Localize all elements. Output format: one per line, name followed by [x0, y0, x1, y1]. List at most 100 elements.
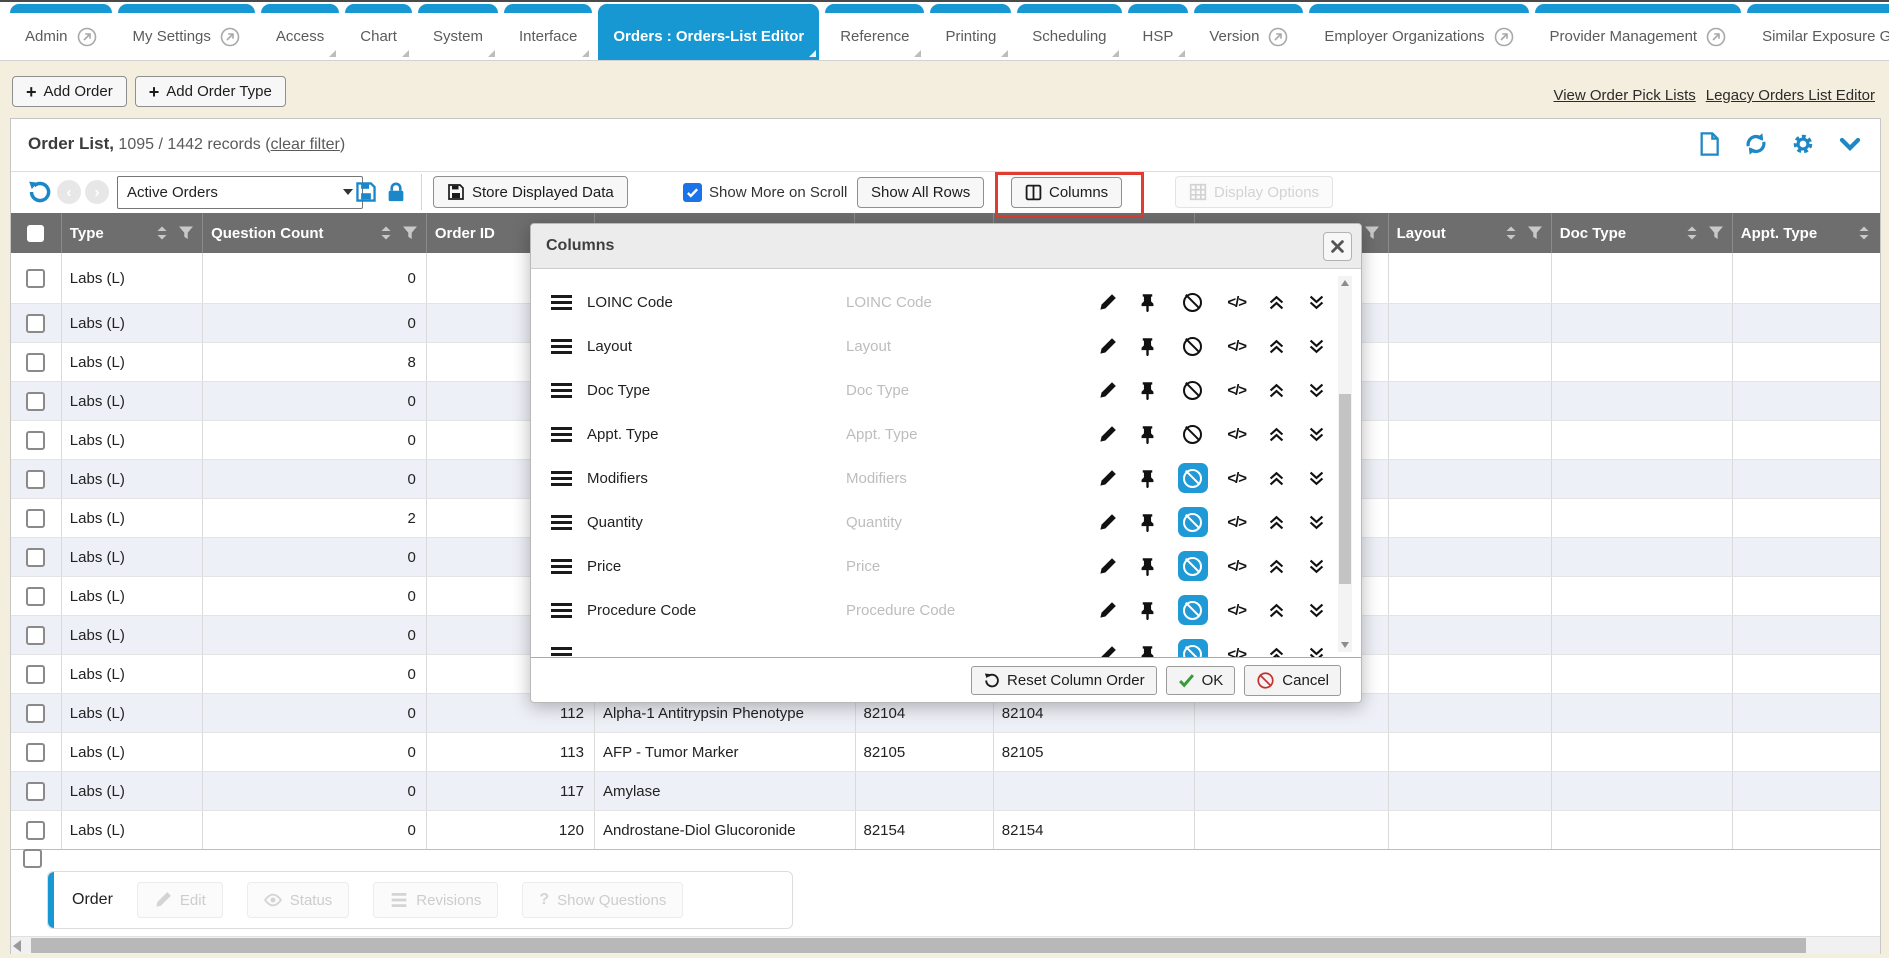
tab-my-settings[interactable]: My Settings [118, 4, 255, 60]
ok-button[interactable]: OK [1166, 666, 1236, 695]
row-checkbox[interactable] [26, 548, 45, 567]
filter-icon[interactable] [1708, 225, 1724, 241]
hide-column-icon[interactable] [1178, 551, 1208, 581]
new-row-checkbox[interactable] [23, 849, 42, 868]
move-top-icon[interactable] [1266, 556, 1287, 577]
tab-chart[interactable]: Chart [345, 4, 412, 60]
revisions-button[interactable]: Revisions [373, 882, 498, 918]
sort-icon[interactable] [1856, 225, 1872, 241]
tab-reference[interactable]: Reference [825, 4, 924, 60]
prev-view-button[interactable]: ‹ [57, 180, 81, 204]
filter-icon[interactable] [402, 225, 418, 241]
code-icon[interactable]: </> [1227, 602, 1246, 619]
saved-view-select[interactable]: Active Orders [117, 176, 363, 209]
edit-pencil-icon[interactable] [1097, 336, 1118, 357]
row-checkbox[interactable] [26, 353, 45, 372]
filter-icon[interactable] [178, 225, 194, 241]
column-config-row[interactable]: Price Price </> [531, 544, 1361, 588]
move-bottom-icon[interactable] [1306, 292, 1327, 313]
row-checkbox[interactable] [26, 587, 45, 606]
move-top-icon[interactable] [1266, 644, 1287, 659]
edit-pencil-icon[interactable] [1097, 380, 1118, 401]
column-config-row[interactable]: LOINC Code LOINC Code </> [531, 280, 1361, 324]
tab-employer-organizations[interactable]: Employer Organizations [1309, 4, 1528, 60]
row-checkbox[interactable] [26, 704, 45, 723]
dialog-scrollbar[interactable] [1338, 276, 1352, 652]
pin-icon[interactable] [1137, 512, 1158, 533]
horizontal-scroll-thumb[interactable] [31, 938, 1806, 953]
drag-handle-icon[interactable] [551, 471, 572, 486]
store-displayed-data-button[interactable]: Store Displayed Data [433, 176, 628, 208]
column-config-row[interactable]: Layout Layout </> [531, 324, 1361, 368]
move-bottom-icon[interactable] [1306, 380, 1327, 401]
row-checkbox[interactable] [26, 431, 45, 450]
hide-column-icon[interactable] [1178, 287, 1208, 317]
scroll-down-arrow[interactable] [1341, 642, 1349, 648]
edit-button[interactable]: Edit [137, 882, 223, 918]
row-checkbox[interactable] [26, 743, 45, 762]
move-top-icon[interactable] [1266, 292, 1287, 313]
code-icon[interactable]: </> [1227, 514, 1246, 531]
clear-filter-link[interactable]: clear filter [271, 136, 340, 153]
row-checkbox[interactable] [26, 509, 45, 528]
legacy-orders-list-editor-link[interactable]: Legacy Orders List Editor [1706, 87, 1875, 104]
pin-icon[interactable] [1137, 380, 1158, 401]
column-config-row[interactable]: Modifiers Modifiers </> [531, 456, 1361, 500]
move-top-icon[interactable] [1266, 424, 1287, 445]
pin-icon[interactable] [1137, 336, 1158, 357]
move-bottom-icon[interactable] [1306, 644, 1327, 659]
edit-pencil-icon[interactable] [1097, 468, 1118, 489]
pin-icon[interactable] [1137, 292, 1158, 313]
close-button[interactable] [1323, 232, 1352, 261]
move-bottom-icon[interactable] [1306, 424, 1327, 445]
open-external-icon[interactable] [1268, 27, 1288, 47]
row-checkbox[interactable] [26, 821, 45, 840]
row-checkbox[interactable] [26, 626, 45, 645]
column-config-row[interactable]: Quantity Quantity </> [531, 500, 1361, 544]
code-icon[interactable]: </> [1227, 426, 1246, 443]
column-config-row[interactable]: Procedure Code Procedure Code </> [531, 588, 1361, 632]
move-bottom-icon[interactable] [1306, 468, 1327, 489]
filter-icon[interactable] [1364, 225, 1380, 241]
code-icon[interactable]: </> [1227, 558, 1246, 575]
filter-icon[interactable] [1527, 225, 1543, 241]
open-external-icon[interactable] [220, 27, 240, 47]
open-external-icon[interactable] [1706, 27, 1726, 47]
edit-pencil-icon[interactable] [1097, 292, 1118, 313]
column-header-question-count[interactable]: Question Count [203, 213, 427, 253]
open-external-icon[interactable] [77, 27, 97, 47]
refresh-icon[interactable] [1744, 132, 1768, 156]
tab-printing[interactable]: Printing [930, 4, 1011, 60]
column-config-row[interactable]: Doc Type Doc Type </> [531, 368, 1361, 412]
sort-icon[interactable] [378, 225, 394, 241]
hide-column-icon[interactable] [1178, 375, 1208, 405]
pin-icon[interactable] [1137, 468, 1158, 489]
tab-scheduling[interactable]: Scheduling [1017, 4, 1121, 60]
hide-column-icon[interactable] [1178, 639, 1208, 658]
horizontal-scrollbar[interactable] [11, 936, 1880, 954]
view-order-pick-lists-link[interactable]: View Order Pick Lists [1553, 87, 1695, 104]
row-checkbox[interactable] [26, 665, 45, 684]
edit-pencil-icon[interactable] [1097, 512, 1118, 533]
move-top-icon[interactable] [1266, 468, 1287, 489]
gear-icon[interactable] [1791, 132, 1815, 156]
hide-column-icon[interactable] [1178, 419, 1208, 449]
add-order-button[interactable]: + Add Order [12, 76, 127, 107]
row-checkbox[interactable] [26, 470, 45, 489]
tab-hsp[interactable]: HSP [1128, 4, 1189, 60]
pin-icon[interactable] [1137, 644, 1158, 659]
hide-column-icon[interactable] [1178, 463, 1208, 493]
row-checkbox[interactable] [26, 314, 45, 333]
edit-pencil-icon[interactable] [1097, 644, 1118, 659]
drag-handle-icon[interactable] [551, 515, 572, 530]
lock-icon[interactable] [385, 181, 407, 203]
pin-icon[interactable] [1137, 424, 1158, 445]
pin-icon[interactable] [1137, 556, 1158, 577]
sort-icon[interactable] [154, 225, 170, 241]
open-external-icon[interactable] [1494, 27, 1514, 47]
drag-handle-icon[interactable] [551, 427, 572, 442]
row-checkbox[interactable] [26, 269, 45, 288]
show-questions-button[interactable]: ? Show Questions [522, 882, 683, 918]
tab-similar-exposure-groups[interactable]: Similar Exposure Groups [1747, 4, 1889, 60]
status-button[interactable]: Status [247, 882, 350, 918]
